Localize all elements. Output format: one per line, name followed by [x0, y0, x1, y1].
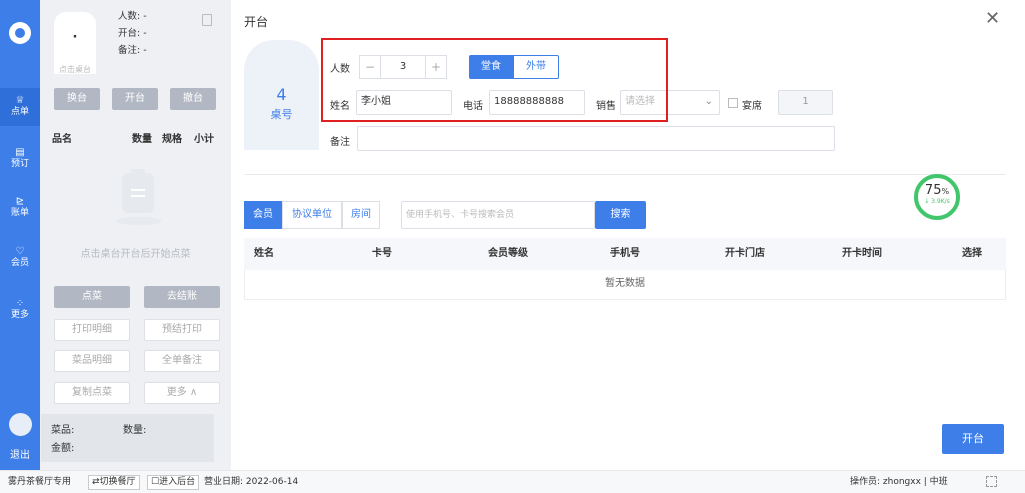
app-logo — [9, 22, 31, 44]
nav-label: 会员 — [10, 258, 29, 268]
col-spec: 规格 — [162, 134, 182, 145]
nav-label: 预订 — [10, 159, 29, 169]
table-number: 4 — [276, 85, 287, 104]
nav-item-member[interactable]: ♡ 会员 — [0, 246, 40, 269]
table-placeholder: · — [72, 30, 78, 45]
avatar[interactable] — [9, 413, 32, 436]
nav-label: 账单 — [10, 208, 29, 218]
summary-qty: 数量: — [123, 425, 147, 436]
th-card: 卡号 — [372, 248, 392, 259]
backend-button[interactable]: ☐进入后台 — [147, 475, 200, 490]
member-search-input[interactable]: 使用手机号、卡号搜索会员 — [401, 201, 595, 229]
empty-table-row: 暂无数据 — [244, 270, 1006, 300]
member-table-header: 姓名 卡号 会员等级 手机号 开卡门店 开卡时间 选择 — [244, 238, 1006, 270]
dish-detail-button[interactable]: 菜品明细 — [54, 350, 130, 372]
scan-icon[interactable] — [986, 476, 997, 487]
switch-restaurant-button[interactable]: ⇄切换餐厅 — [88, 475, 140, 490]
nav-item-order[interactable]: ♕ 点单 — [0, 88, 40, 126]
order-panel: · 点击桌台 人数: - 开台: - 备注: - 换台 开台 撤台 品名 数量 … — [40, 0, 231, 470]
close-icon[interactable]: ✕ — [985, 8, 1000, 29]
nav-item-reserve[interactable]: ▤ 预订 — [0, 147, 40, 170]
dialog-title: 开台 — [244, 15, 269, 29]
banquet-label: 宴席 — [742, 101, 762, 112]
calendar-icon: ▤ — [15, 147, 25, 158]
table-hint: 点击桌台 — [59, 65, 91, 74]
confirm-open-button[interactable]: 开台 — [942, 424, 1004, 454]
table-number-label: 桌号 — [270, 108, 293, 121]
print-detail-button[interactable]: 打印明细 — [54, 319, 130, 341]
store-name: 雾丹茶餐厅专用 — [8, 477, 72, 487]
bill-icon: ⊵ — [15, 196, 25, 207]
order-summary: 菜品: 数量: 金额: — [41, 414, 214, 462]
status-bar: 雾丹茶餐厅专用 ⇄切换餐厅 ☐进入后台 营业日期: 2022-06-14 操作员… — [0, 470, 1025, 493]
open-table-button[interactable]: 开台 — [112, 88, 158, 110]
gauge-unit: % — [941, 187, 950, 196]
left-nav: ♕ 点单 ▤ 预订 ⊵ 账单 ♡ 会员 ⁘ 更多 退出 — [0, 0, 40, 470]
remark-info: 备注: - — [118, 45, 147, 56]
th-phone: 手机号 — [610, 248, 640, 259]
tab-member[interactable]: 会员 — [244, 201, 282, 229]
more-button[interactable]: 更多 ∧ — [144, 382, 220, 404]
col-qty: 数量 — [132, 134, 152, 145]
copy-order-button[interactable]: 复制点菜 — [54, 382, 130, 404]
gauge-percent: 75 — [924, 183, 942, 198]
gauge-speed: ↓ 3.9K/s — [924, 198, 950, 205]
clipboard-icon — [116, 165, 168, 227]
chevron-down-icon: ⌄ — [704, 96, 713, 107]
change-table-button[interactable]: 换台 — [54, 88, 100, 110]
th-store: 开卡门店 — [725, 248, 765, 259]
table-thumbnail[interactable]: · 点击桌台 — [54, 12, 96, 74]
nav-label: 点单 — [10, 107, 29, 117]
note-all-button[interactable]: 全单备注 — [144, 350, 220, 372]
preprint-button[interactable]: 预结打印 — [144, 319, 220, 341]
remark-label: 备注 — [330, 137, 350, 148]
crown-icon: ♕ — [15, 95, 25, 106]
tab-agreement-unit[interactable]: 协议单位 — [282, 201, 342, 229]
col-name: 品名 — [52, 134, 72, 145]
nav-item-bills[interactable]: ⊵ 账单 — [0, 196, 40, 219]
logout-button[interactable]: 退出 — [0, 446, 40, 461]
summary-amount: 金额: — [51, 443, 75, 454]
business-date: 营业日期: 2022-06-14 — [204, 477, 299, 487]
cancel-table-button[interactable]: 撤台 — [170, 88, 216, 110]
search-button[interactable]: 搜索 — [595, 201, 646, 229]
divider — [244, 174, 1006, 175]
th-time: 开卡时间 — [842, 248, 882, 259]
order-dish-button[interactable]: 点菜 — [54, 286, 130, 308]
tab-room[interactable]: 房间 — [342, 201, 380, 229]
grid-icon: ⁘ — [15, 298, 25, 309]
network-gauge: 75% ↓ 3.9K/s — [914, 174, 960, 220]
member-icon: ♡ — [15, 246, 25, 257]
banquet-checkbox[interactable] — [728, 98, 738, 108]
highlight-frame — [321, 38, 668, 122]
document-icon[interactable] — [202, 14, 212, 26]
empty-order-hint: 点击桌台开台后开始点菜 — [80, 249, 191, 260]
remark-input[interactable] — [357, 126, 835, 151]
nav-label: 更多 — [10, 310, 29, 320]
th-level: 会员等级 — [488, 248, 528, 259]
summary-dishes: 菜品: — [51, 425, 75, 436]
checkout-button[interactable]: 去结账 — [144, 286, 220, 308]
th-select: 选择 — [962, 248, 982, 259]
col-subtotal: 小计 — [194, 134, 214, 145]
open-table-dialog: 开台 ✕ 4 桌号 人数 − 3 + 堂食 外带 姓名 李小姐 电话 18888… — [231, 0, 1025, 470]
opened-info: 开台: - — [118, 28, 147, 39]
th-name: 姓名 — [254, 248, 274, 259]
operator-info: 操作员: zhongxx | 中班 — [850, 477, 948, 487]
nav-item-more[interactable]: ⁘ 更多 — [0, 298, 40, 321]
table-number-card: 4 桌号 — [244, 40, 319, 150]
people-info: 人数: - — [118, 11, 147, 22]
banquet-input[interactable]: 1 — [778, 90, 833, 115]
